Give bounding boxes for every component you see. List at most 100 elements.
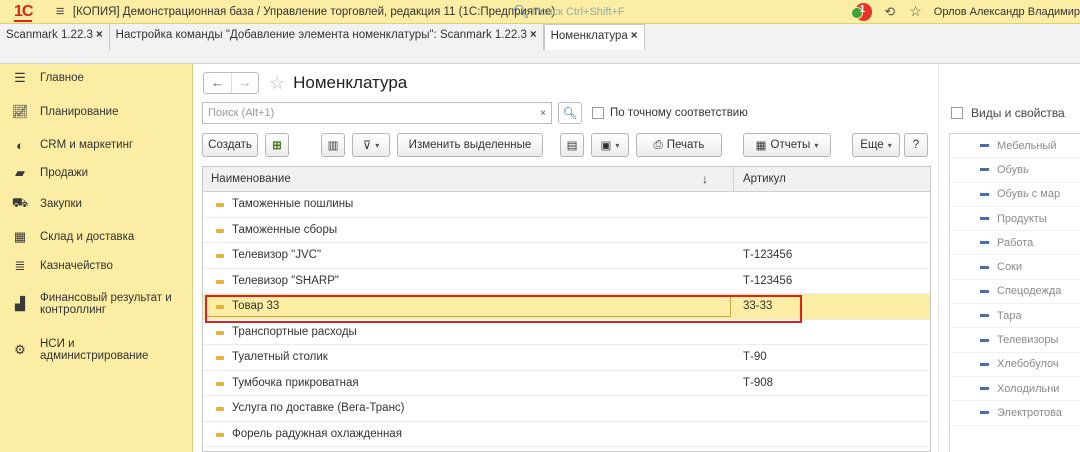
cell-name: Таможенные сборы bbox=[232, 223, 338, 236]
app-logo: 1С bbox=[14, 2, 33, 22]
sidebar-item-crm[interactable]: ◐ CRM и маркетинг bbox=[0, 137, 193, 153]
column-divider[interactable] bbox=[733, 167, 734, 192]
sidebar-item-finance[interactable]: ▟ Финансовый результат и контроллинг bbox=[0, 291, 193, 317]
table-row[interactable]: Телевизор "JVC" Т-123456 bbox=[203, 243, 930, 269]
treasury-icon: ≣ bbox=[14, 258, 26, 273]
list-item[interactable]: Обувь с мар bbox=[950, 183, 1080, 207]
create-based-on-button[interactable]: ▣ ▾ bbox=[591, 133, 629, 157]
list-settings-button[interactable]: ▤ bbox=[560, 133, 584, 157]
cell-name: Товар 33 bbox=[232, 300, 280, 312]
search-icon: 🔍︎ bbox=[562, 106, 578, 120]
item-icon bbox=[980, 241, 989, 245]
notifications-icon[interactable]: 1 bbox=[850, 2, 873, 21]
item-icon bbox=[980, 168, 989, 172]
sections-sidebar: ☰ Главное 📈︎ Планирование ◐ CRM и маркет… bbox=[0, 64, 193, 452]
find-button[interactable]: 🔍︎ bbox=[558, 102, 582, 124]
filter-icon: ⊽ bbox=[362, 140, 372, 152]
tab-scanmark[interactable]: Scanmark 1.22.3 × bbox=[0, 24, 110, 50]
table-header: Наименование ↓ Артикул bbox=[203, 167, 930, 192]
sidebar-item-sales[interactable]: ▰ Продажи bbox=[0, 165, 193, 181]
search-input[interactable]: Поиск (Alt+1) × bbox=[202, 102, 552, 124]
item-icon bbox=[980, 144, 989, 148]
kinds-properties-checkbox[interactable] bbox=[951, 107, 963, 119]
list-item-label: Продукты bbox=[997, 212, 1047, 225]
sidebar-item-label: CRM и маркетинг bbox=[40, 139, 134, 151]
close-icon[interactable]: × bbox=[530, 29, 537, 41]
cell-name: Телевизор "JVC" bbox=[232, 249, 322, 261]
cell-name: Услуга по доставке (Вега-Транс) bbox=[232, 402, 405, 414]
sidebar-item-warehouse[interactable]: ▦ Склад и доставка bbox=[0, 229, 193, 245]
list-item-label: Мебельный bbox=[997, 139, 1057, 152]
list-item[interactable]: Спецодежда bbox=[950, 280, 1080, 305]
table-row[interactable]: Транспортные расходы bbox=[203, 320, 930, 345]
list-item[interactable]: Электротова bbox=[950, 401, 1080, 426]
column-article-header[interactable]: Артикул bbox=[743, 173, 786, 185]
print-button[interactable]: ⎙ Печать bbox=[636, 133, 722, 157]
exact-match-checkbox[interactable] bbox=[592, 107, 604, 119]
sidebar-item-label: Казначейство bbox=[40, 260, 113, 272]
sidebar-item-label: НСИ и администрирование bbox=[40, 338, 149, 362]
list-item-label: Спецодежда bbox=[997, 285, 1062, 298]
add-folder-icon: ⊞ bbox=[272, 140, 282, 152]
more-button[interactable]: Еще ▾ bbox=[852, 133, 900, 157]
list-item[interactable]: Работа bbox=[950, 231, 1080, 256]
table-row[interactable]: Тумбочка прикроватная Т-908 bbox=[203, 371, 930, 396]
hamburger-menu-icon[interactable]: ≡ bbox=[47, 3, 73, 20]
title-bar: 1С ≡ [КОПИЯ] Демонстрационная база / Упр… bbox=[0, 0, 1080, 24]
table-row[interactable]: Услуга по доставке (Вега-Транс) bbox=[203, 396, 930, 422]
user-name[interactable]: Орлов Александр Владимир bbox=[934, 6, 1080, 18]
list-item[interactable]: Телевизоры bbox=[950, 328, 1080, 353]
list-item[interactable]: Обувь bbox=[950, 158, 1080, 183]
clear-icon[interactable]: × bbox=[540, 108, 546, 119]
sidebar-item-admin[interactable]: ⚙ НСИ и администрирование bbox=[0, 337, 193, 363]
cell-article: Т-123456 bbox=[743, 249, 793, 261]
favorites-star-icon[interactable]: ☆ bbox=[909, 3, 922, 20]
cell-name: Туалетный столик bbox=[232, 351, 328, 363]
favorite-star-icon[interactable]: ☆ bbox=[269, 73, 285, 94]
cell-article: Т-123456 bbox=[743, 274, 793, 287]
forward-arrow-icon[interactable]: → bbox=[231, 73, 258, 93]
nomenclature-table: Наименование ↓ Артикул Таможенные пошлин… bbox=[202, 166, 931, 452]
sidebar-item-purchases[interactable]: ⛟ Закупки bbox=[0, 195, 193, 212]
table-row[interactable]: Форель радужная охлажденная bbox=[203, 422, 930, 447]
table-row[interactable]: Таможенные сборы bbox=[203, 218, 930, 243]
sidebar-item-planning[interactable]: 📈︎ Планирование bbox=[0, 104, 193, 120]
barcode-button[interactable]: ▥ bbox=[321, 133, 345, 157]
help-button[interactable]: ? bbox=[904, 133, 928, 157]
item-icon bbox=[980, 265, 989, 269]
back-arrow-icon[interactable]: ← bbox=[204, 73, 231, 93]
table-row[interactable]: Туалетный столик Т-90 bbox=[203, 345, 930, 371]
table-row-selected[interactable]: Товар 33 33-33 bbox=[203, 294, 930, 320]
list-item[interactable]: Мебельный bbox=[950, 134, 1080, 159]
tab-command-settings[interactable]: Настройка команды "Добавление элемента н… bbox=[110, 24, 544, 50]
sidebar-item-main[interactable]: ☰ Главное bbox=[0, 70, 193, 86]
exact-match-label: По точному соответствию bbox=[610, 107, 748, 119]
reports-button[interactable]: ▦ Отчеты ▾ bbox=[743, 133, 831, 157]
global-search-input[interactable]: 🔍︎ Поиск Ctrl+Shift+F bbox=[513, 4, 680, 20]
bar-chart-icon: ▟ bbox=[15, 296, 25, 311]
window-title: [КОПИЯ] Демонстрационная база / Управлен… bbox=[72, 5, 556, 18]
list-item[interactable]: Продукты bbox=[950, 207, 1080, 232]
list-item[interactable]: Соки bbox=[950, 255, 1080, 280]
sidebar-item-treasury[interactable]: ≣ Казначейство bbox=[0, 258, 193, 274]
filter-button[interactable]: ⊽ ▾ bbox=[352, 133, 390, 157]
list-item[interactable]: Хлебобулоч bbox=[950, 353, 1080, 377]
report-icon: ▦ bbox=[755, 140, 767, 152]
create-button[interactable]: Создать bbox=[202, 133, 258, 157]
close-icon[interactable]: × bbox=[631, 30, 638, 42]
column-name-header[interactable]: Наименование bbox=[211, 173, 291, 185]
search-placeholder: Поиск (Alt+1) bbox=[208, 107, 275, 119]
main-content: ← → ☆ Номенклатура Поиск (Alt+1) × 🔍︎ По… bbox=[193, 64, 938, 452]
list-item[interactable]: Холодильни bbox=[950, 377, 1080, 402]
item-icon bbox=[980, 387, 989, 391]
command-bar: Создать ⊞ ▥ ⊽ ▾ Изменить выделенные ▤ ▣ ▾ … bbox=[202, 133, 932, 157]
history-icon[interactable]: ⟲ bbox=[884, 4, 895, 20]
list-item[interactable]: Тара bbox=[950, 304, 1080, 329]
close-icon[interactable]: × bbox=[96, 29, 103, 41]
tab-nomenclature[interactable]: Номенклатура × bbox=[543, 24, 645, 50]
item-icon bbox=[216, 203, 224, 207]
table-row[interactable]: Таможенные пошлины bbox=[203, 192, 930, 218]
change-selected-button[interactable]: Изменить выделенные bbox=[397, 133, 543, 157]
table-row[interactable]: Телевизор "SHARP" Т-123456 bbox=[203, 269, 930, 294]
create-group-button[interactable]: ⊞ bbox=[265, 133, 289, 157]
